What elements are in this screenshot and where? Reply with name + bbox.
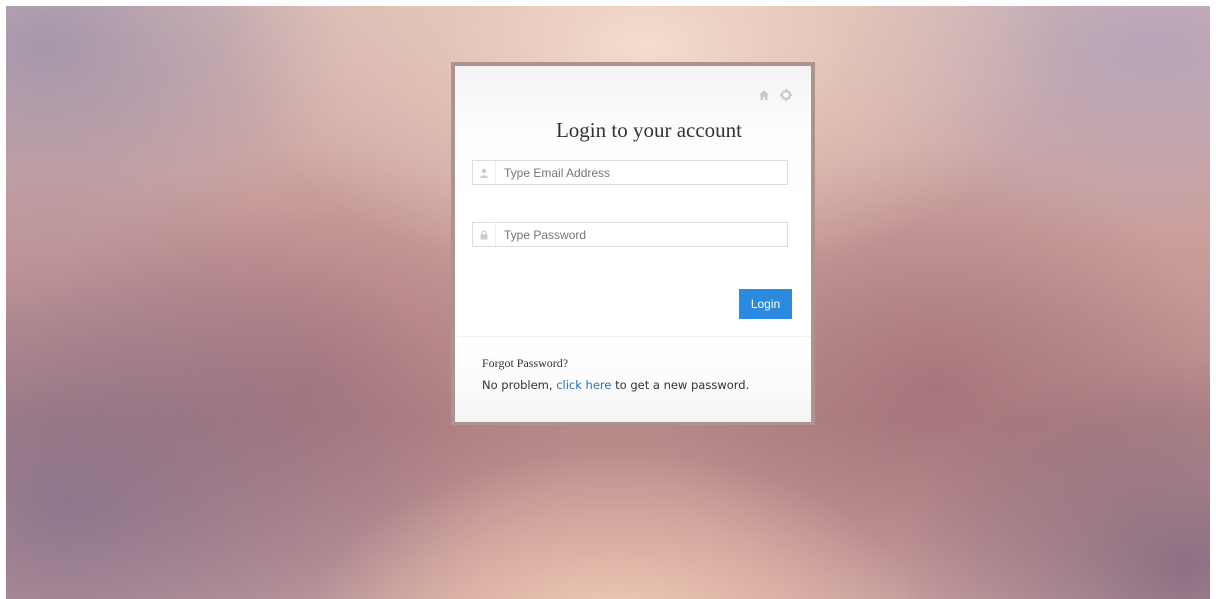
email-input[interactable]	[496, 161, 787, 184]
panel-toolbar	[757, 88, 793, 102]
login-button[interactable]: Login	[739, 289, 792, 319]
home-icon[interactable]	[757, 88, 771, 102]
password-field	[472, 222, 788, 247]
password-input[interactable]	[496, 223, 787, 246]
forgot-password-text: No problem, click here to get a new pass…	[482, 378, 749, 392]
forgot-text-after: to get a new password.	[611, 378, 750, 392]
forgot-text-before: No problem,	[482, 378, 557, 392]
user-icon	[473, 161, 496, 184]
forgot-password-section: Forgot Password? No problem, click here …	[455, 336, 811, 422]
lock-icon	[473, 223, 496, 246]
reset-password-link[interactable]: click here	[556, 378, 611, 392]
login-panel: Login to your account Login Forgot Pass	[451, 62, 815, 425]
forgot-password-heading: Forgot Password?	[482, 356, 569, 370]
gear-icon[interactable]	[779, 88, 793, 102]
email-field	[472, 160, 788, 185]
login-title: Login to your account	[555, 118, 743, 142]
background: Login to your account Login Forgot Pass	[6, 6, 1210, 599]
